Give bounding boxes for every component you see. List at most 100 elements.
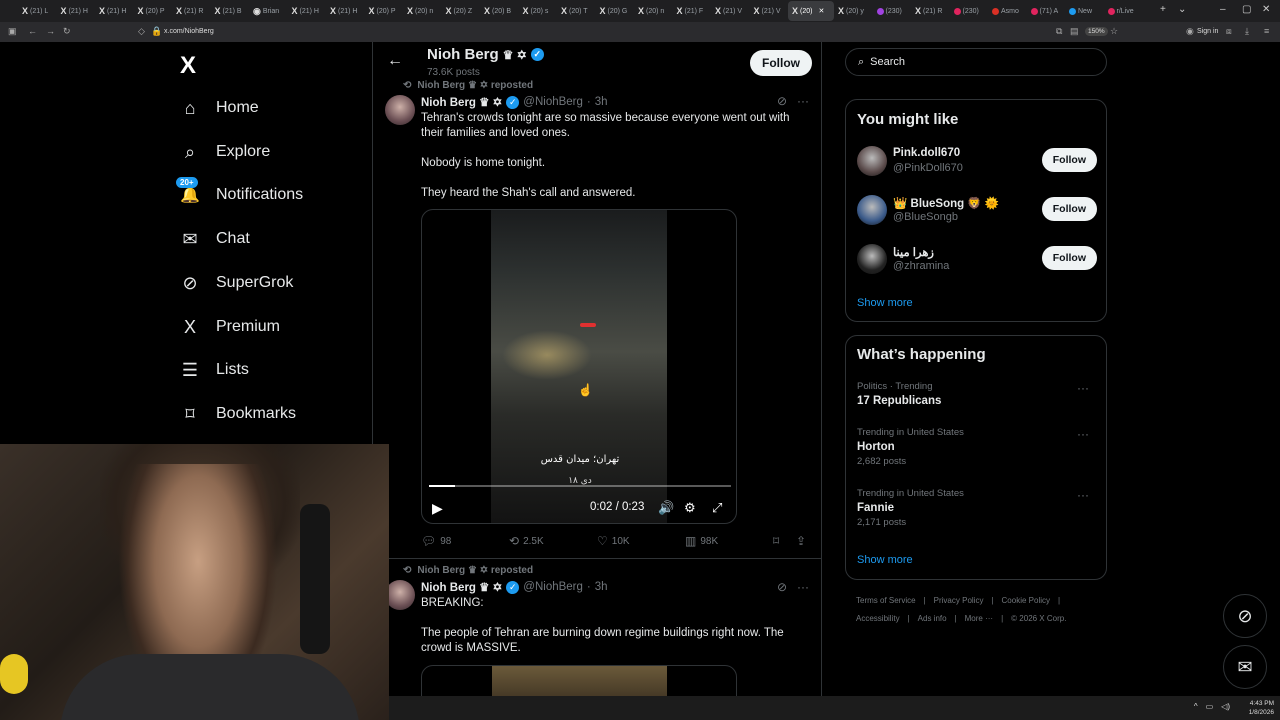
tweet-time[interactable]: 3h [595, 581, 608, 593]
follow-button[interactable]: Follow [750, 50, 812, 76]
volume-icon[interactable]: 🔊 [658, 500, 674, 516]
browser-tab[interactable]: X (21) H [95, 1, 134, 21]
search-input[interactable]: ⌕ Search [845, 48, 1107, 76]
extensions-icon[interactable]: ⧈ [1226, 26, 1232, 37]
suggestion-item[interactable]: Pink.doll670 @PinkDoll670 Follow [857, 144, 1097, 178]
follow-button[interactable]: Follow [1041, 148, 1097, 172]
browser-tab[interactable]: X (20) B [480, 1, 519, 21]
shield-icon[interactable]: ◇ [138, 26, 145, 37]
close-tab-icon[interactable]: ✕ [818, 7, 824, 15]
minimize-button[interactable]: – [1220, 4, 1226, 15]
maximize-button[interactable]: ▢ [1242, 4, 1251, 15]
avatar[interactable] [857, 244, 887, 274]
close-window-button[interactable]: ✕ [1262, 4, 1270, 15]
tweet-handle[interactable]: @NiohBerg [523, 96, 583, 108]
browser-tab[interactable]: X (21) R [172, 1, 211, 21]
suggestion-name[interactable]: Pink.doll670 [893, 147, 960, 159]
footer-link[interactable]: Privacy Policy [934, 596, 984, 605]
tweet-time[interactable]: 3h [595, 96, 608, 108]
video-progress-bar[interactable] [429, 485, 731, 487]
account-icon[interactable]: ◉ [1186, 26, 1194, 37]
browser-tab[interactable]: X (20) n [403, 1, 442, 21]
video-player[interactable]: تهران؛ میدان قدس ۱۸ دی ▶ 0:02 / 0:23 🔊 ⚙… [421, 209, 737, 524]
tweet-handle[interactable]: @NiohBerg [523, 581, 583, 593]
bookmark-button[interactable]: ⌑ [773, 534, 779, 548]
nav-supergrok[interactable]: ⊘ SuperGrok [180, 273, 293, 293]
network-icon[interactable]: ▭ [1206, 702, 1214, 711]
follow-button[interactable]: Follow [1041, 197, 1097, 221]
browser-tab[interactable]: X (21) F [673, 1, 712, 21]
browser-tab[interactable]: Asmo [988, 1, 1027, 21]
avatar[interactable] [857, 195, 887, 225]
grok-icon[interactable]: ⊘ [777, 94, 787, 108]
footer-link[interactable]: Cookie Policy [1002, 596, 1050, 605]
browser-tab[interactable]: (71) A [1027, 1, 1066, 21]
suggestion-item[interactable]: زهرا مینا @zhramina Follow [857, 242, 1097, 276]
reply-button[interactable]: 💬︎ 98 [421, 534, 451, 548]
more-icon[interactable]: ··· [797, 94, 809, 108]
x-logo[interactable]: X [180, 52, 196, 80]
share-button[interactable]: ⇪ [796, 534, 806, 548]
sidebar-icon[interactable]: ▣ [8, 26, 17, 37]
browser-tab[interactable]: r/Live [1104, 1, 1143, 21]
browser-tab[interactable]: X (20) s [519, 1, 558, 21]
nav-lists[interactable]: ☰ Lists [180, 360, 249, 380]
follow-button[interactable]: Follow [1041, 246, 1097, 270]
lock-icon[interactable]: 🔒 [151, 26, 162, 37]
browser-tab[interactable]: X (20) n [634, 1, 673, 21]
messages-fab[interactable]: ✉ [1223, 645, 1267, 689]
browser-tab[interactable]: X (21) V [711, 1, 750, 21]
back-arrow-icon[interactable]: ← [387, 52, 403, 70]
tweet-author-name[interactable]: Nioh Berg ♛ ✡ [421, 95, 502, 109]
browser-tab[interactable]: New [1065, 1, 1104, 21]
avatar[interactable] [857, 146, 887, 176]
browser-tab[interactable]: X (20) ✕ [788, 1, 834, 21]
back-icon[interactable]: ← [28, 26, 37, 36]
browser-tab[interactable]: X (20) Z [442, 1, 481, 21]
fullscreen-icon[interactable]: ⤢ [712, 500, 722, 516]
clock[interactable]: 4:43 PM 1/8/2026 [1249, 699, 1274, 717]
browser-tab[interactable]: X (21) B [211, 1, 250, 21]
signin-link[interactable]: Sign in [1197, 28, 1218, 35]
trend-item[interactable]: Politics · Trending 17 Republicans ··· [857, 381, 1097, 407]
browser-tab[interactable]: (230) [950, 1, 989, 21]
screenshot-icon[interactable]: ⧉ [1056, 26, 1062, 37]
avatar[interactable] [385, 580, 415, 610]
trend-item[interactable]: Trending in United States Fannie 2,171 p… [857, 488, 1097, 528]
menu-icon[interactable]: ≡ [1264, 26, 1269, 36]
more-icon[interactable]: ··· [1077, 488, 1089, 502]
suggestion-name[interactable]: 👑 BlueSong 🦁 🌞 [893, 196, 999, 210]
browser-tab[interactable]: (230) [873, 1, 912, 21]
reload-icon[interactable]: ↻ [63, 26, 71, 37]
footer-link[interactable]: Terms of Service [856, 596, 916, 605]
grok-icon[interactable]: ⊘ [777, 580, 787, 594]
zoom-level[interactable]: 150% [1085, 27, 1108, 36]
grok-fab[interactable]: ⊘ [1223, 594, 1267, 638]
tweet-author-name[interactable]: Nioh Berg ♛ ✡ [421, 580, 502, 594]
browser-tab[interactable]: X (20) T [557, 1, 596, 21]
like-button[interactable]: ♡ 10K [597, 534, 630, 548]
nav-bookmarks[interactable]: ⌑ Bookmarks [180, 404, 296, 424]
browser-tab[interactable]: X (21) V [750, 1, 789, 21]
trend-item[interactable]: Trending in United States Horton 2,682 p… [857, 427, 1097, 467]
download-icon[interactable]: ⤓ [1245, 26, 1249, 37]
more-icon[interactable]: ··· [1077, 381, 1089, 395]
new-tab-button[interactable]: + [1160, 4, 1166, 15]
show-more-link[interactable]: Show more [857, 297, 913, 309]
footer-link[interactable]: Accessibility [856, 614, 900, 623]
browser-tab[interactable]: X (21) R [911, 1, 950, 21]
settings-gear-icon[interactable]: ⚙ [684, 500, 696, 516]
forward-icon[interactable]: → [46, 26, 55, 36]
browser-tab[interactable]: ◉ Brian [249, 1, 288, 21]
footer-link[interactable]: Ads info [918, 614, 947, 623]
browser-tab[interactable]: X (21) H [57, 1, 96, 21]
more-icon[interactable]: ··· [1077, 427, 1089, 441]
suggestion-item[interactable]: 👑 BlueSong 🦁 🌞 @BlueSongb Follow [857, 193, 1097, 227]
suggestion-name[interactable]: زهرا مینا [893, 245, 934, 259]
tab-list-icon[interactable]: ⌄ [1178, 4, 1186, 15]
nav-premium[interactable]: X Premium [180, 317, 280, 337]
footer-link[interactable]: More ··· [965, 614, 993, 623]
browser-tab[interactable]: X (21) H [326, 1, 365, 21]
chevron-up-icon[interactable]: ^ [1194, 702, 1198, 711]
browser-tab[interactable]: X (20) P [365, 1, 404, 21]
